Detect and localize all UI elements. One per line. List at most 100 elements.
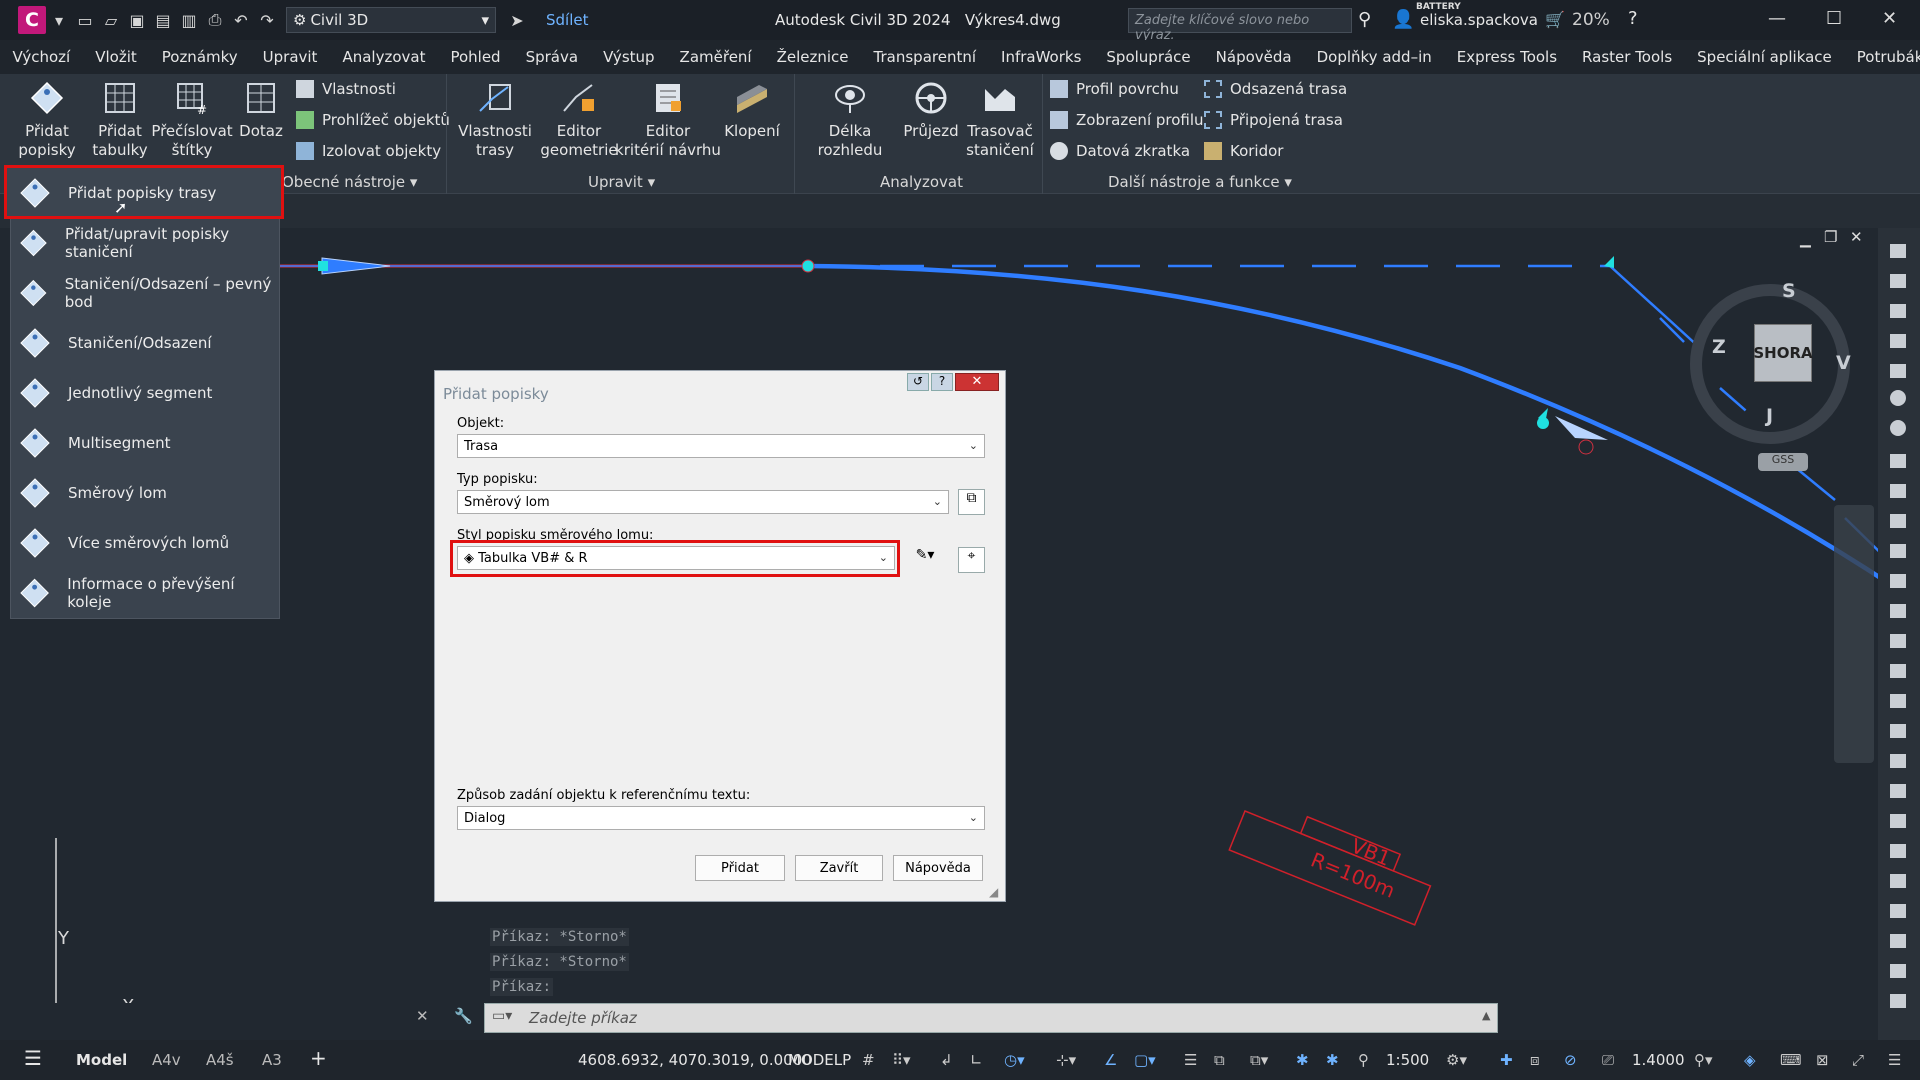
maximize-icon[interactable]: ☐ (1826, 8, 1842, 29)
reference-select[interactable]: Dialog ⌄ (457, 806, 985, 830)
customize-status-icon[interactable]: ☰ (1888, 1051, 1901, 1069)
polar-icon[interactable]: ◷▾ (1004, 1051, 1025, 1069)
add-tables-button[interactable]: Přidat tabulky (90, 80, 150, 160)
keyboard-icon[interactable]: ⌨ (1780, 1051, 1802, 1069)
tab-a3[interactable]: A3 (262, 1051, 282, 1069)
add-icon[interactable]: ✚ (1500, 1051, 1513, 1069)
navigation-bar[interactable] (1834, 505, 1874, 763)
dialog-history-icon[interactable]: ↺ (907, 373, 929, 391)
panel-modify[interactable]: Upravit ▾ (588, 173, 655, 191)
hardware-accel-icon[interactable]: ⊘ (1564, 1051, 1577, 1069)
snap-icon[interactable]: ⠿▾ (892, 1051, 911, 1069)
station-tracker-button[interactable]: Trasovač staničení (964, 80, 1036, 160)
close-icon[interactable]: ✕ (1882, 8, 1897, 29)
help-icon[interactable]: ? (1628, 8, 1638, 29)
viewcube-south[interactable]: J (1766, 405, 1773, 427)
cart-icon[interactable]: 🛒 (1545, 10, 1565, 29)
menu-poznamky[interactable]: Poznámky (149, 48, 250, 66)
annotation-scale[interactable]: 1:500 (1386, 1051, 1429, 1069)
panel-general-tools[interactable]: Obecné nástroje ▾ (282, 173, 417, 191)
ucs-menu[interactable]: GSS (1758, 453, 1808, 471)
ortho-icon[interactable]: ∟ (970, 1051, 983, 1069)
panel-analyze[interactable]: Analyzovat (880, 173, 963, 191)
search-icon[interactable]: ⚲ (1358, 9, 1371, 30)
autoscale-icon[interactable]: ✱ (1326, 1051, 1339, 1069)
tab-a4v[interactable]: A4v (152, 1051, 181, 1069)
help-button[interactable]: Nápověda (893, 855, 983, 881)
object-select[interactable]: Trasa ⌄ (457, 434, 985, 458)
search-input[interactable]: Zadejte klíčové slovo nebo výraz. (1128, 8, 1352, 43)
new-file-icon[interactable]: ▭ (72, 7, 98, 33)
geometry-editor-button[interactable]: Editor geometrie (540, 80, 618, 160)
menu-potrubak[interactable]: Potrubák (1844, 48, 1920, 66)
save-icon[interactable]: ▣ (124, 7, 150, 33)
dropdown-item-cant-info[interactable]: Informace o převýšení koleje (10, 568, 278, 618)
chevron-down-icon[interactable]: ▾ (46, 7, 72, 33)
command-input[interactable]: Zadejte příkaz (484, 1003, 1498, 1033)
menu-doplnky[interactable]: Doplňky add–in (1304, 48, 1444, 66)
dropdown-item-station-offset-fixed[interactable]: Staničení/Odsazení – pevný bod (10, 268, 278, 318)
redo-icon[interactable]: ↷ (254, 7, 280, 33)
connected-alignment-button[interactable]: Připojená trasa (1204, 111, 1343, 129)
workspace-switch-icon[interactable]: ⚙▾ (1446, 1051, 1467, 1069)
transparency-icon[interactable]: ⧉ (1214, 1051, 1225, 1069)
menu-sprava[interactable]: Správa (513, 48, 590, 66)
sight-distance-button[interactable]: Délka rozhledu (800, 80, 900, 160)
selection-cycling-icon[interactable]: ⧉▾ (1250, 1051, 1268, 1069)
user-icon[interactable]: 👤 (1392, 9, 1414, 30)
menu-upravit[interactable]: Upravit (250, 48, 330, 66)
drive-button[interactable]: Průjezd (903, 80, 959, 141)
dropdown-item-single-segment[interactable]: Jednotlivý segment (10, 368, 278, 418)
menu-vychozi[interactable]: Výchozí (0, 48, 83, 66)
add-labels-button[interactable]: Přidat popisky (14, 80, 80, 160)
tab-model[interactable]: Model (76, 1051, 127, 1069)
label-type-select[interactable]: Směrový lom ⌄ (457, 490, 949, 514)
save-as-icon[interactable]: ▤ (150, 7, 176, 33)
command-history-toggle-icon[interactable]: ▲ (1482, 1009, 1490, 1022)
viewport-minimize-icon[interactable]: ▁ (1800, 232, 1811, 248)
label-tag-icon[interactable]: ◈ (1744, 1051, 1756, 1069)
share-button[interactable]: Sdílet (546, 11, 589, 29)
menu-zeleznice[interactable]: Železnice (764, 48, 861, 66)
add-layout-icon[interactable]: + (310, 1046, 327, 1070)
layer-icon[interactable]: ⎚ (1602, 1051, 1614, 1069)
publish-icon[interactable]: ▥ (176, 7, 202, 33)
menu-express-tools[interactable]: Express Tools (1444, 48, 1569, 66)
dropdown-item-multiple-pi[interactable]: Více směrových lomů (10, 518, 278, 568)
viewcube-east[interactable]: V (1836, 352, 1851, 374)
resize-grip-icon[interactable]: ◢ (989, 885, 998, 899)
properties-status-icon[interactable]: ⚲▾ (1694, 1051, 1713, 1069)
dropdown-item-alignment-labels[interactable]: Přidat popisky trasy (10, 168, 278, 218)
corridor-button[interactable]: Koridor (1204, 142, 1283, 160)
menu-vlozit[interactable]: Vložit (83, 48, 150, 66)
model-space-toggle[interactable]: MODELP (788, 1051, 851, 1069)
menu-transparentni[interactable]: Transparentní (861, 48, 988, 66)
dialog-close-icon[interactable]: ✕ (955, 373, 999, 391)
tab-a4s[interactable]: A4š (206, 1051, 234, 1069)
annotation-visibility-icon[interactable]: ✱ (1296, 1051, 1309, 1069)
isolate-status-icon[interactable]: ⧈ (1530, 1051, 1540, 1069)
share-icon[interactable]: ➤ (504, 7, 530, 33)
alignment-properties-button[interactable]: Vlastnosti trasy (458, 80, 532, 160)
viewport-restore-icon[interactable]: ❐ (1824, 228, 1837, 246)
profile-view-button[interactable]: Zobrazení profilu (1050, 111, 1204, 129)
properties-button[interactable]: Vlastnosti (296, 80, 396, 98)
clean-screen-icon[interactable]: ⊠ (1816, 1051, 1829, 1069)
dropdown-item-station-labels[interactable]: Přidat/upravit popisky staničení (10, 218, 278, 268)
print-icon[interactable]: ⎙ (202, 7, 228, 33)
app-logo[interactable]: C (18, 6, 46, 34)
dropdown-item-pi[interactable]: Směrový lom (10, 468, 278, 518)
menu-raster-tools[interactable]: Raster Tools (1570, 48, 1685, 66)
zoom-value[interactable]: 1.4000 (1632, 1051, 1685, 1069)
minimize-icon[interactable]: — (1768, 8, 1786, 29)
menu-pohled[interactable]: Pohled (438, 48, 513, 66)
menu-infraworks[interactable]: InfraWorks (989, 48, 1094, 66)
dialog-help-icon[interactable]: ? (931, 373, 953, 391)
viewcube-top[interactable]: SHORA (1753, 324, 1813, 382)
menu-specialni-aplikace[interactable]: Speciální aplikace (1685, 48, 1845, 66)
annotation-scale-icon[interactable]: ⚲ (1358, 1051, 1369, 1069)
close-command-icon[interactable]: ✕ (416, 1007, 429, 1025)
infer-icon[interactable]: ↲ (940, 1051, 953, 1069)
data-shortcut-button[interactable]: Datová zkratka (1050, 142, 1190, 160)
viewport-close-icon[interactable]: ✕ (1850, 228, 1863, 246)
